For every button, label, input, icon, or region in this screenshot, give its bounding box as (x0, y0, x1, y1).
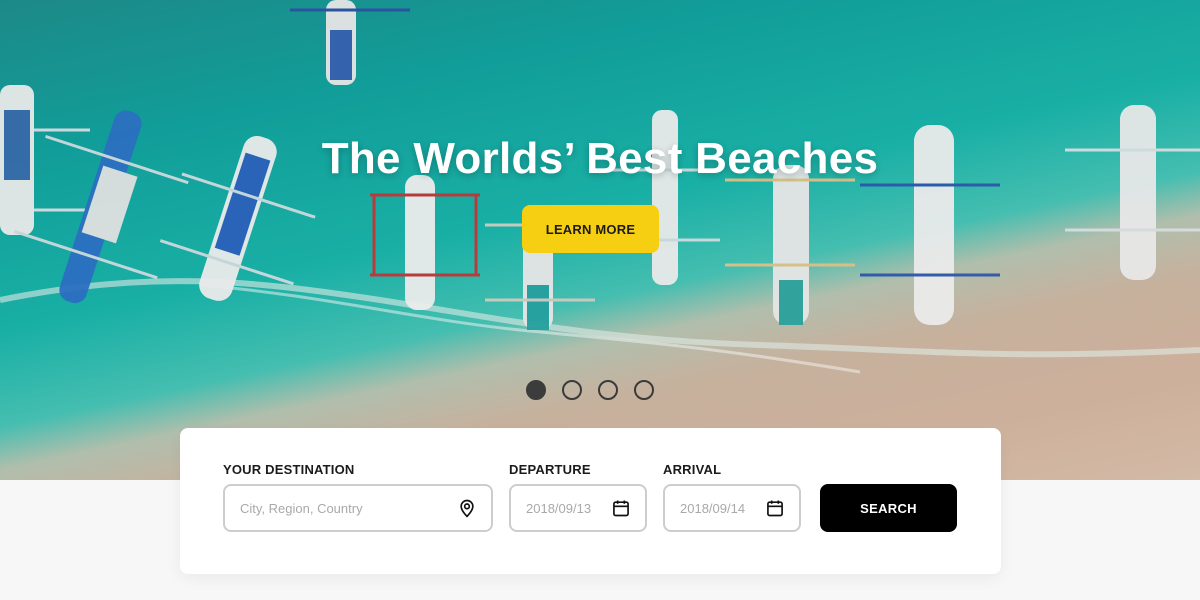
hero-title: The Worlds’ Best Beaches (321, 134, 879, 183)
search-form: YOUR DESTINATION City, Region, Country D… (180, 428, 1001, 574)
carousel-pagination (526, 380, 654, 400)
carousel-dot[interactable] (598, 380, 618, 400)
learn-more-button[interactable]: LEARN MORE (522, 205, 659, 253)
carousel-dot[interactable] (526, 380, 546, 400)
calendar-icon (613, 500, 629, 517)
departure-label: DEPARTURE (509, 462, 591, 477)
calendar-icon (767, 500, 783, 517)
hero-banner: The Worlds’ Best Beaches LEARN MORE (0, 0, 1200, 480)
carousel-dot[interactable] (634, 380, 654, 400)
arrival-date-value: 2018/09/14 (680, 500, 746, 516)
search-button[interactable]: SEARCH (820, 484, 957, 532)
destination-label: YOUR DESTINATION (223, 462, 355, 477)
destination-placeholder: City, Region, Country (240, 500, 363, 516)
destination-field[interactable]: City, Region, Country (223, 484, 493, 532)
arrival-date-field[interactable]: 2018/09/14 (663, 484, 801, 532)
arrival-label: ARRIVAL (663, 462, 722, 477)
departure-date-field[interactable]: 2018/09/13 (509, 484, 647, 532)
carousel-dot[interactable] (562, 380, 582, 400)
map-pin-icon (460, 499, 474, 518)
departure-date-value: 2018/09/13 (526, 500, 592, 516)
